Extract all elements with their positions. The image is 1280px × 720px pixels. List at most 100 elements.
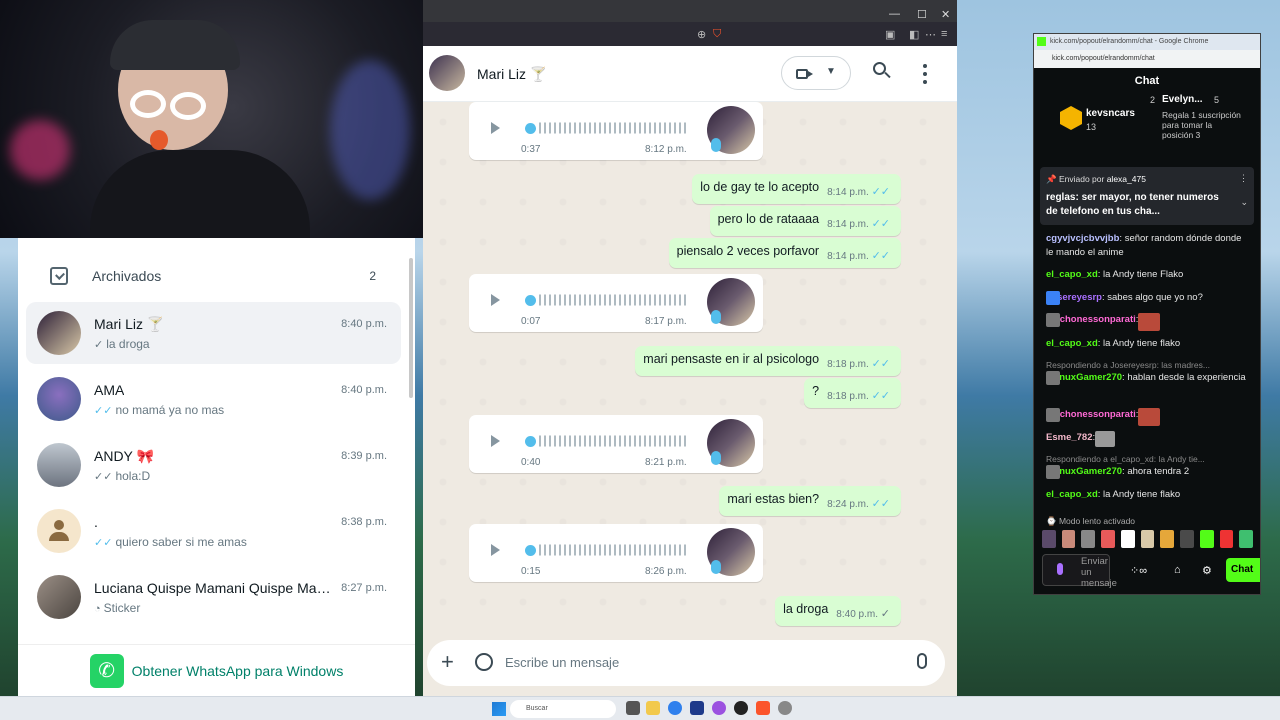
playback-slider[interactable] (525, 295, 536, 306)
brave-icon[interactable] (756, 701, 770, 715)
brave-shield-icon[interactable]: ⛉ (713, 28, 721, 41)
delivered-check-icon: ✓✓ (94, 471, 113, 483)
slow-mode-notice: ⌚ Modo lento activado (1046, 516, 1136, 526)
settings-icon[interactable] (778, 701, 792, 715)
pinned-text: reglas: ser mayor, no tener numeros de t… (1046, 192, 1219, 217)
waveform[interactable] (539, 291, 687, 309)
play-icon[interactable] (491, 435, 500, 447)
minimize-button[interactable]: — (889, 8, 900, 20)
maximize-button[interactable]: ☐ (917, 8, 927, 21)
emote[interactable] (1061, 530, 1076, 548)
mic-icon[interactable] (1057, 563, 1063, 575)
chat-message: chichonessonparati: (1046, 408, 1246, 426)
chat-item-andy[interactable]: ANDY 🎀 8:39 p.m. ✓✓ hola:D (26, 434, 401, 496)
emote[interactable] (1219, 530, 1234, 548)
play-icon[interactable] (491, 544, 500, 556)
emote[interactable] (1239, 530, 1254, 548)
chat-time: 8:38 p.m. (341, 516, 387, 528)
read-check-icon: ✓✓ (871, 250, 890, 262)
playback-slider[interactable] (525, 123, 536, 134)
archived-count: 2 (369, 269, 376, 283)
chat-last-message: ✓✓ hola:D (94, 469, 151, 483)
windows-start-icon[interactable] (492, 702, 506, 716)
emote[interactable] (1160, 530, 1175, 548)
chat-item-ama[interactable]: AMA 8:40 p.m. ✓✓ no mamá ya no mas (26, 368, 401, 430)
emoji-sticker-icon[interactable] (475, 653, 493, 671)
read-check-icon: ✓✓ (94, 405, 113, 417)
second-gifter-name[interactable]: Evelyn... (1162, 94, 1203, 105)
app-icon[interactable] (734, 701, 748, 715)
task-view-icon[interactable] (626, 701, 640, 715)
emote[interactable] (1120, 530, 1135, 548)
get-whatsapp-windows-link[interactable]: ✆ Obtener WhatsApp para Windows (18, 644, 415, 696)
archived-row[interactable]: Archivados 2 (18, 258, 408, 294)
chevron-down-icon[interactable]: ⌄ (1240, 197, 1248, 208)
photoshop-icon[interactable] (690, 701, 704, 715)
chat-item-dot[interactable]: . 8:38 p.m. ✓✓ quiero saber si me amas (26, 500, 401, 562)
chat-message: Esme_782: (1046, 431, 1246, 447)
more-options-button[interactable] (919, 64, 931, 84)
chat-name: AMA (94, 382, 125, 398)
voice-record-mic-icon[interactable] (917, 653, 927, 669)
kick-address-bar[interactable]: kick.com/popout/elrandomm/chat (1034, 50, 1260, 68)
outgoing-message: piensalo 2 veces porfavor 8:14 p.m. ✓✓ (668, 238, 901, 268)
chat-message: el_capo_xd: la Andy tiene flako (1046, 489, 1181, 500)
waveform[interactable] (539, 119, 687, 137)
rank-1-badge-icon (1060, 106, 1082, 130)
play-icon[interactable] (491, 122, 500, 134)
wallet-icon[interactable]: ▣ (885, 28, 895, 41)
mic-icon (711, 310, 721, 324)
voice-duration: 0:15 (521, 566, 541, 577)
emote[interactable] (1081, 530, 1096, 548)
chat-name: . (94, 514, 98, 530)
contact-avatar[interactable] (429, 55, 465, 91)
playback-slider[interactable] (525, 545, 536, 556)
emote[interactable] (1199, 530, 1214, 548)
chat-list-scrollbar[interactable] (409, 258, 413, 398)
chrome-icon[interactable] (668, 701, 682, 715)
zoom-icon[interactable]: ⊕ (697, 28, 706, 41)
pinned-message[interactable]: 📌 Enviado por alexa_475 reglas: ser mayo… (1040, 167, 1254, 225)
video-call-button[interactable]: ▼ (781, 56, 851, 90)
close-button[interactable]: ✕ (941, 8, 950, 21)
whatsapp-chat-list: Archivados 2 Mari Liz 🍸 8:40 p.m. ✓ la dr… (18, 238, 415, 696)
chat-send-button[interactable]: Chat (1226, 558, 1260, 582)
settings-gear-icon[interactable]: ⚙ (1202, 564, 1212, 577)
attach-plus-icon[interactable]: + (441, 649, 454, 675)
emote[interactable] (1180, 530, 1194, 548)
play-icon[interactable] (491, 294, 500, 306)
emote[interactable] (1101, 530, 1115, 548)
pin-options-icon[interactable]: ⋮ (1239, 173, 1248, 184)
emote-picker-icon[interactable]: ⁘∞ (1130, 564, 1147, 577)
search-button[interactable] (873, 62, 893, 82)
sent-check-icon: ✓ (880, 608, 890, 620)
emote[interactable] (1042, 530, 1056, 548)
read-check-icon: ✓✓ (871, 498, 890, 510)
contact-name[interactable]: Mari Liz 🍸 (477, 66, 547, 83)
browser-menu-icon[interactable]: ≡ (941, 28, 947, 40)
voice-message: 0:40 8:21 p.m. (469, 415, 763, 473)
emote[interactable] (1140, 530, 1155, 548)
waveform[interactable] (539, 541, 687, 559)
chat-item-luciana[interactable]: Luciana Quispe Mamani Quispe Mam... 8:27… (26, 566, 401, 628)
outgoing-message: mari pensaste en ir al psicologo 8:18 p.m… (635, 346, 901, 376)
message-input[interactable]: Escribe un mensaje (505, 655, 619, 670)
extensions-icon[interactable]: ⋯ (925, 28, 936, 41)
playback-slider[interactable] (525, 436, 536, 447)
top-gifter-name[interactable]: kevsncars (1086, 108, 1135, 119)
outgoing-message: pero lo de rataaaa 8:14 p.m. ✓✓ (709, 206, 901, 236)
chat-time: 8:27 p.m. (341, 582, 387, 594)
store-icon[interactable]: ⌂ (1174, 564, 1181, 576)
kick-message-input[interactable]: Enviar un mensaje (1042, 554, 1117, 589)
waveform[interactable] (539, 432, 687, 450)
obs-icon[interactable] (712, 701, 726, 715)
sidebar-icon[interactable]: ◧ (909, 28, 919, 41)
browser-toolbar: ⊕ ⛉ ▣ ◧ ⋯ ≡ (423, 22, 957, 46)
chat-message: el_capo_xd: la Andy tiene flako (1046, 338, 1181, 349)
chat-item-mari-liz[interactable]: Mari Liz 🍸 8:40 p.m. ✓ la droga (26, 302, 401, 364)
chat-time: 8:39 p.m. (341, 450, 387, 462)
taskbar-search[interactable]: Buscar (510, 700, 616, 718)
file-explorer-icon[interactable] (646, 701, 660, 715)
chat-message: chichonessonparati: (1046, 313, 1246, 331)
voice-duration: 0:07 (521, 316, 541, 327)
